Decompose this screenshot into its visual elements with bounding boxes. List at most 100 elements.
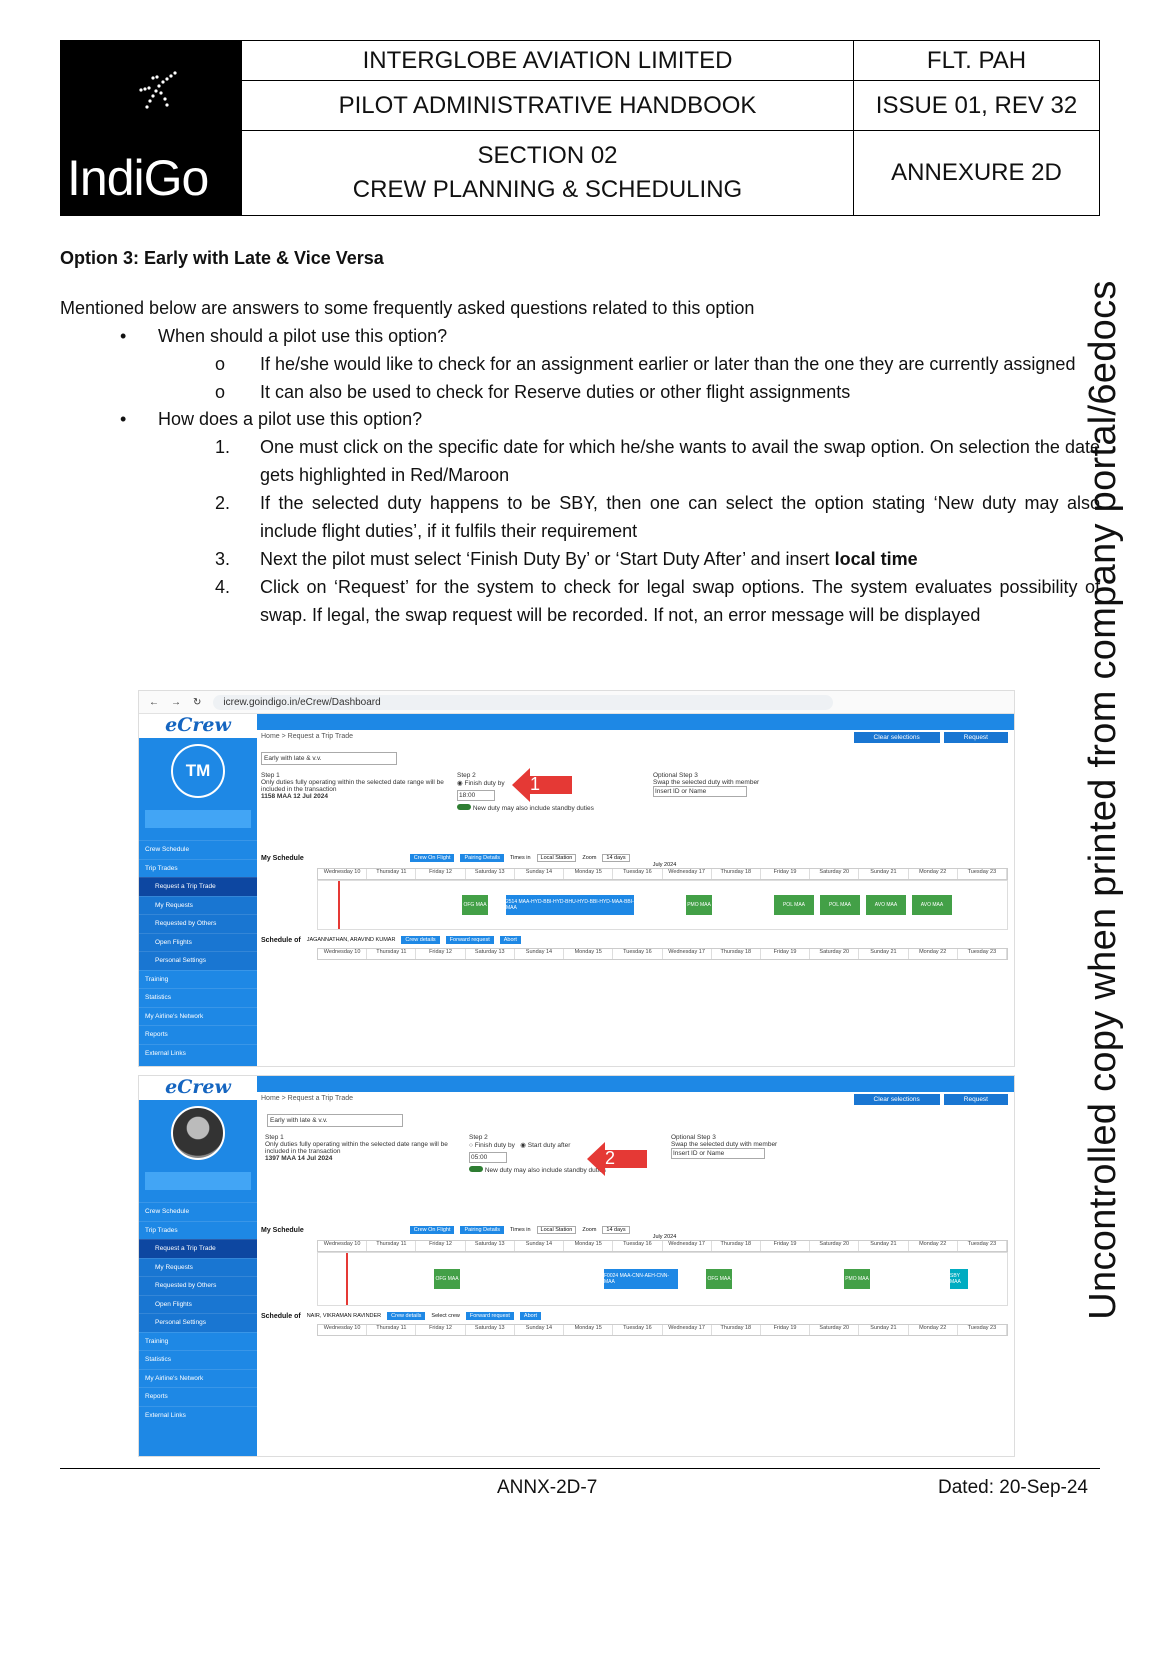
day-cell[interactable]: Monday 22 [909,1241,958,1251]
day-cell[interactable]: Saturday 13 [466,869,515,879]
nav-personal-settings[interactable]: Personal Settings [139,951,257,970]
abort-button[interactable]: Abort [499,936,521,944]
nav-trip-trades[interactable]: Trip Trades [139,858,257,878]
day-cell[interactable]: Friday 12 [416,1325,466,1335]
day-cell[interactable]: Monday 22 [909,949,958,959]
duty-block[interactable]: PMO MAA [844,1269,870,1289]
abort-button[interactable]: Abort [519,1312,542,1320]
duty-block[interactable]: OFG MAA [434,1269,460,1289]
day-cell[interactable]: Saturday 20 [810,1325,860,1335]
day-cell[interactable]: Friday 19 [761,869,811,879]
day-cell[interactable]: Monday 15 [564,869,614,879]
day-cell[interactable]: Sunday 21 [859,1325,909,1335]
nav-requested-by-others[interactable]: Requested by Others [139,1276,257,1295]
nav-airline-network[interactable]: My Airline's Network [139,1368,257,1388]
nav-external-links[interactable]: External Links [139,1405,257,1425]
day-cell[interactable]: Saturday 20 [810,869,860,879]
duty-block[interactable]: OFG MAA [462,895,488,915]
nav-crew-schedule[interactable]: Crew Schedule [139,840,257,859]
time-input[interactable]: 05:00 [469,1152,507,1163]
day-cell[interactable]: Tuesday 23 [958,949,1007,959]
nav-statistics[interactable]: Statistics [139,1350,257,1369]
clear-selections-button[interactable]: Clear selections [853,732,940,743]
reload-icon[interactable]: ↻ [193,697,201,708]
day-cell[interactable]: Sunday 14 [515,1325,565,1335]
clear-selections-button[interactable]: Clear selections [853,1094,940,1105]
member-id-input[interactable]: Insert ID or Name [653,786,747,797]
day-cell[interactable]: Thursday 18 [712,869,761,879]
avatar[interactable] [171,1106,225,1160]
duty-block[interactable]: SBY MAA [950,1269,968,1289]
day-cell[interactable]: Saturday 13 [466,949,515,959]
toggle-switch[interactable] [457,804,471,810]
nav-my-requests[interactable]: My Requests [139,895,257,914]
day-cell[interactable]: Friday 12 [416,949,466,959]
nav-requested-by-others[interactable]: Requested by Others [139,914,257,933]
url-field[interactable]: icrew.goindigo.in/eCrew/Dashboard [213,694,834,710]
standby-toggle[interactable]: New duty may also include standby duties [457,804,637,812]
day-cell[interactable]: Thursday 18 [712,1241,761,1251]
day-cell[interactable]: Monday 22 [909,869,958,879]
day-cell[interactable]: Friday 19 [761,1241,811,1251]
day-cell[interactable]: Wednesday 10 [318,1241,368,1251]
sidebar-search[interactable] [145,810,251,828]
option-dropdown[interactable]: Early with late & v.v. [267,1114,403,1127]
duty-block[interactable]: F0024 MAA-CNN-AEH-CNN-MAA [604,1269,678,1289]
day-cell[interactable]: Thursday 11 [367,869,417,879]
day-cell[interactable]: Wednesday 10 [318,949,368,959]
nav-airline-network[interactable]: My Airline's Network [139,1006,257,1026]
day-cell[interactable]: Wednesday 10 [318,1325,368,1335]
crew-details-button[interactable]: Crew details [401,936,440,944]
timezone-select[interactable]: Local Station [536,1226,577,1234]
nav-reports[interactable]: Reports [139,1025,257,1044]
day-cell[interactable]: Thursday 11 [367,1241,417,1251]
duty-block[interactable]: AVO MAA [866,895,906,915]
nav-personal-settings[interactable]: Personal Settings [139,1313,257,1332]
day-cell[interactable]: Monday 22 [909,1325,958,1335]
day-cell[interactable]: Saturday 20 [810,1241,860,1251]
crew-details-button[interactable]: Crew details [387,1312,426,1320]
day-cell[interactable]: Thursday 11 [367,1325,417,1335]
pairing-details-button[interactable]: Pairing Details [460,1226,504,1234]
day-cell[interactable]: Friday 19 [761,1325,811,1335]
nav-crew-schedule[interactable]: Crew Schedule [139,1202,257,1221]
day-cell[interactable]: Sunday 14 [515,869,565,879]
duty-block[interactable]: POL MAA [820,895,860,915]
crew-on-flight-button[interactable]: Crew On Flight [409,854,455,862]
day-cell[interactable]: Thursday 18 [712,949,761,959]
nav-open-flights[interactable]: Open Flights [139,932,257,951]
day-cell[interactable]: Thursday 18 [712,1325,761,1335]
nav-reports[interactable]: Reports [139,1387,257,1406]
day-cell[interactable]: Wednesday 17 [663,949,712,959]
day-cell[interactable]: Wednesday 17 [663,1325,712,1335]
sidebar-search[interactable] [145,1172,251,1190]
day-cell[interactable]: Wednesday 17 [663,1241,712,1251]
nav-external-links[interactable]: External Links [139,1043,257,1063]
finish-duty-label[interactable]: Finish duty by [475,1142,515,1149]
duty-block[interactable]: OFG MAA [706,1269,732,1289]
day-cell[interactable]: Tuesday 23 [958,1325,1007,1335]
start-duty-label[interactable]: Start duty after [528,1142,571,1149]
zoom-select[interactable]: 14 days [602,1226,630,1234]
day-cell[interactable]: Wednesday 10 [318,869,368,879]
day-cell[interactable]: Sunday 21 [859,869,909,879]
day-cell[interactable]: Saturday 13 [466,1325,515,1335]
day-cell[interactable]: Monday 15 [564,1325,614,1335]
nav-open-flights[interactable]: Open Flights [139,1294,257,1313]
day-cell[interactable]: Thursday 11 [367,949,417,959]
day-cell[interactable]: Sunday 14 [515,949,565,959]
day-cell[interactable]: Friday 12 [416,869,466,879]
duty-block[interactable]: 2514 MAA-HYD-BBI-HYD-BHU-HYD-BBI-HYD-MAA… [506,895,634,915]
day-cell[interactable]: Tuesday 16 [613,1241,663,1251]
member-id-input[interactable]: Insert ID or Name [671,1148,765,1159]
day-cell[interactable]: Monday 15 [564,949,614,959]
day-cell[interactable]: Saturday 20 [810,949,860,959]
day-cell[interactable]: Friday 12 [416,1241,466,1251]
option-dropdown[interactable]: Early with late & v.v. [261,752,397,765]
duty-block[interactable]: POL MAA [774,895,814,915]
day-cell[interactable]: Tuesday 23 [958,1241,1007,1251]
request-button[interactable]: Request [943,732,1008,743]
nav-training[interactable]: Training [139,969,257,989]
nav-training[interactable]: Training [139,1331,257,1351]
avatar[interactable]: TM [171,744,225,798]
